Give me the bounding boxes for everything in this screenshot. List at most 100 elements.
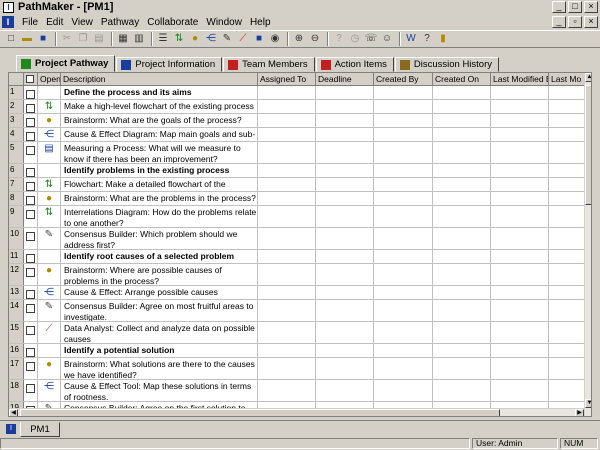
assigned-to-cell[interactable] <box>258 300 316 321</box>
created-on-cell[interactable] <box>433 380 491 401</box>
row-number[interactable]: 3 <box>9 114 24 127</box>
save-icon[interactable]: ■ <box>36 32 50 46</box>
created-on-cell[interactable] <box>433 100 491 113</box>
table-row[interactable]: 6 Identify problems in the existing proce… <box>9 164 591 178</box>
doc-minimize-button[interactable]: _ <box>552 16 566 28</box>
deadline-cell[interactable] <box>316 164 374 177</box>
row-number[interactable]: 11 <box>9 250 24 263</box>
created-on-cell[interactable] <box>433 164 491 177</box>
row-number[interactable]: 13 <box>9 286 24 299</box>
row-checkbox[interactable] <box>26 290 35 299</box>
scroll-right-icon[interactable]: ▶ <box>575 409 584 416</box>
record-tool-icon[interactable]: ◉ <box>268 32 282 46</box>
zoom-out-icon[interactable]: ⊖ <box>308 32 322 46</box>
assigned-to-cell[interactable] <box>258 142 316 163</box>
last-modified-on-cell[interactable] <box>549 206 589 227</box>
assigned-to-cell[interactable] <box>258 250 316 263</box>
horizontal-scroll-thumb[interactable] <box>20 409 500 416</box>
last-modified-on-cell[interactable] <box>549 142 589 163</box>
last-modified-by-cell[interactable] <box>491 178 549 191</box>
last-modified-by-cell[interactable] <box>491 142 549 163</box>
assigned-to-cell[interactable] <box>258 164 316 177</box>
table-row[interactable]: 4 ⋲ Cause & Effect Diagram: Map main goals… <box>9 128 591 142</box>
deadline-cell[interactable] <box>316 142 374 163</box>
last-modified-on-cell[interactable] <box>549 380 589 401</box>
last-modified-on-cell[interactable] <box>549 192 589 205</box>
created-by-cell[interactable] <box>374 114 433 127</box>
last-modified-by-cell[interactable] <box>491 164 549 177</box>
last-modified-by-cell[interactable] <box>491 228 549 249</box>
assigned-to-cell[interactable] <box>258 86 316 99</box>
created-on-cell[interactable] <box>433 300 491 321</box>
book-icon[interactable]: ▮ <box>436 32 450 46</box>
open-tool-cell[interactable]: ⋲ <box>38 128 61 141</box>
row-checkbox[interactable] <box>26 90 35 99</box>
header-created-by[interactable]: Created By <box>374 73 433 86</box>
scroll-up-icon[interactable]: ▲ <box>585 73 591 82</box>
last-modified-by-cell[interactable] <box>491 192 549 205</box>
open-tool-cell[interactable] <box>38 86 61 99</box>
row-checkbox[interactable] <box>26 104 35 113</box>
table-row[interactable]: 15 ⟋ Data Analyst: Collect and analyze dat… <box>9 322 591 344</box>
doc-close-button[interactable]: × <box>584 16 598 28</box>
last-modified-on-cell[interactable] <box>549 344 589 357</box>
created-on-cell[interactable] <box>433 250 491 263</box>
row-number[interactable]: 1 <box>9 86 24 99</box>
deadline-cell[interactable] <box>316 192 374 205</box>
deadline-cell[interactable] <box>316 322 374 343</box>
created-by-cell[interactable] <box>374 300 433 321</box>
cut-icon[interactable]: ✂ <box>60 32 74 46</box>
last-modified-on-cell[interactable] <box>549 322 589 343</box>
header-open[interactable]: Open <box>38 73 61 86</box>
paste-icon[interactable]: ▤ <box>92 32 106 46</box>
row-number[interactable]: 9 <box>9 206 24 227</box>
assigned-to-cell[interactable] <box>258 286 316 299</box>
document-tab-pm1[interactable]: PM1 <box>20 422 60 437</box>
last-modified-on-cell[interactable] <box>549 264 589 285</box>
cause-effect-icon[interactable]: ⋲ <box>44 130 54 140</box>
description-cell[interactable]: Identify a potential solution <box>61 344 258 357</box>
deadline-cell[interactable] <box>316 358 374 379</box>
created-by-cell[interactable] <box>374 128 433 141</box>
new-icon[interactable]: □ <box>4 32 18 46</box>
open-tool-cell[interactable]: ⟋ <box>38 322 61 343</box>
data-analyst-icon[interactable]: ⟋ <box>46 324 53 334</box>
context-help-icon[interactable]: ? <box>420 32 434 46</box>
last-modified-on-cell[interactable] <box>549 128 589 141</box>
row-checkbox[interactable] <box>26 196 35 205</box>
row-number[interactable]: 10 <box>9 228 24 249</box>
description-cell[interactable]: Consensus Builder: Which problem should … <box>61 228 258 249</box>
last-modified-on-cell[interactable] <box>549 178 589 191</box>
tab-action-items[interactable]: Action Items <box>315 57 394 72</box>
deadline-cell[interactable] <box>316 178 374 191</box>
tab-project-information[interactable]: Project Information <box>116 57 223 72</box>
row-checkbox[interactable] <box>26 132 35 141</box>
row-number[interactable]: 4 <box>9 128 24 141</box>
last-modified-on-cell[interactable] <box>549 164 589 177</box>
tab-team-members[interactable]: Team Members <box>223 57 315 72</box>
consensus-tool-icon[interactable]: ✎ <box>220 32 234 46</box>
document-icon[interactable]: I <box>2 16 14 28</box>
last-modified-on-cell[interactable] <box>549 86 589 99</box>
brainstorm-icon[interactable]: ● <box>46 116 52 126</box>
created-on-cell[interactable] <box>433 192 491 205</box>
flowchart-icon[interactable]: ⇅ <box>45 102 53 112</box>
description-cell[interactable]: Flowchart: Make a detailed flowchart of … <box>61 178 258 191</box>
description-cell[interactable]: Cause & Effect Tool: Map these solutions… <box>61 380 258 401</box>
description-cell[interactable]: Measuring a Process: What will we measur… <box>61 142 258 163</box>
created-by-cell[interactable] <box>374 322 433 343</box>
created-by-cell[interactable] <box>374 206 433 227</box>
created-on-cell[interactable] <box>433 86 491 99</box>
table-row[interactable]: 16 Identify a potential solution <box>9 344 591 358</box>
last-modified-on-cell[interactable] <box>549 100 589 113</box>
word-icon[interactable]: W <box>404 32 418 46</box>
description-cell[interactable]: Brainstorm: What are the problems in the… <box>61 192 258 205</box>
created-on-cell[interactable] <box>433 286 491 299</box>
header-created-on[interactable]: Created On <box>433 73 491 86</box>
last-modified-by-cell[interactable] <box>491 322 549 343</box>
open-tool-cell[interactable]: ⇅ <box>38 100 61 113</box>
header-checkbox[interactable] <box>24 73 38 86</box>
deadline-cell[interactable] <box>316 86 374 99</box>
deadline-cell[interactable] <box>316 286 374 299</box>
assigned-to-cell[interactable] <box>258 228 316 249</box>
